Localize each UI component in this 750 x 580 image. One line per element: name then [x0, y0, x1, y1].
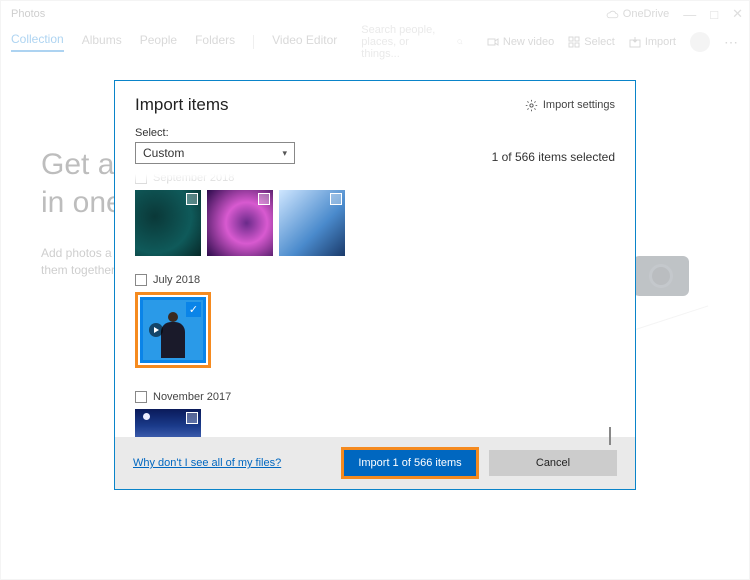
group-nov2017[interactable]: November 2017 — [135, 391, 615, 403]
thumbnail-selected[interactable]: ✓ — [140, 297, 206, 363]
group-sep2018[interactable]: September 2018 — [135, 174, 615, 184]
items-scroll[interactable]: September 2018 July 2018 ✓ Nove — [115, 174, 635, 437]
check-icon[interactable]: ✓ — [186, 302, 201, 317]
help-link[interactable]: Why don't I see all of my files? — [133, 457, 331, 469]
checkbox[interactable] — [186, 193, 198, 205]
play-icon — [149, 323, 163, 337]
checkbox[interactable] — [135, 174, 147, 184]
import-settings-button[interactable]: Import settings — [525, 99, 615, 112]
import-confirm-button[interactable]: Import 1 of 566 items — [344, 450, 476, 476]
chevron-down-icon: ▾ — [282, 148, 287, 159]
highlight-selected-item: ✓ — [135, 292, 211, 368]
select-label: Select: — [135, 127, 295, 139]
import-dialog: Import items Import settings Select: Cus… — [114, 80, 636, 490]
checkbox[interactable] — [135, 274, 147, 286]
selection-count: 1 of 566 items selected — [492, 150, 615, 164]
gear-icon — [525, 99, 538, 112]
scrollbar-handle[interactable] — [609, 427, 611, 445]
cancel-button[interactable]: Cancel — [489, 450, 617, 476]
thumbnail[interactable] — [279, 190, 345, 256]
dialog-footer: Why don't I see all of my files? Import … — [115, 437, 635, 489]
checkbox[interactable] — [330, 193, 342, 205]
checkbox[interactable] — [135, 391, 147, 403]
dialog-title: Import items — [135, 95, 229, 115]
thumbnail[interactable] — [135, 190, 201, 256]
checkbox[interactable] — [258, 193, 270, 205]
select-dropdown[interactable]: Custom ▾ — [135, 142, 295, 164]
thumbnail[interactable] — [135, 409, 201, 437]
group-jul2018[interactable]: July 2018 — [135, 274, 615, 286]
highlight-import-button: Import 1 of 566 items — [341, 447, 479, 479]
thumbnail[interactable] — [207, 190, 273, 256]
checkbox[interactable] — [186, 412, 198, 424]
